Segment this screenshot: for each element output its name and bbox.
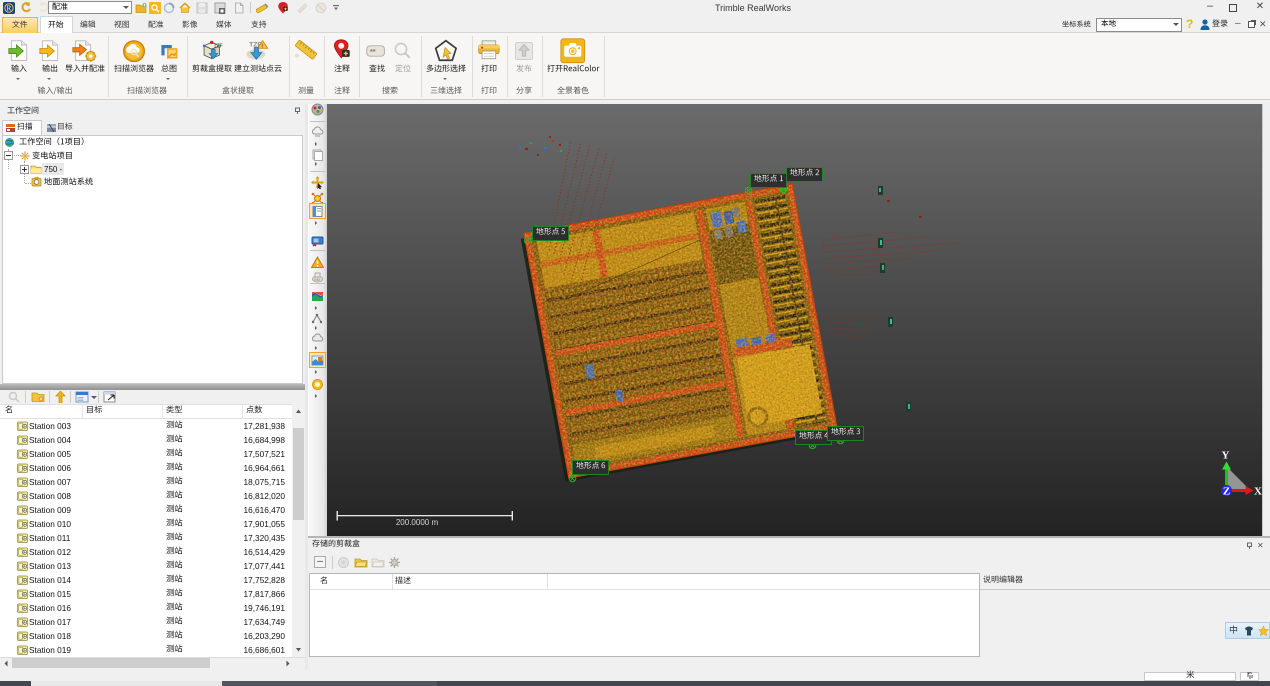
- svg-text:**: **: [370, 46, 376, 55]
- svg-text:X: X: [1254, 486, 1262, 498]
- svg-text:R: R: [7, 5, 12, 13]
- svg-text:Y: Y: [1222, 450, 1230, 462]
- svg-text:Z: Z: [1223, 486, 1230, 498]
- svg-text:SM: SM: [314, 277, 320, 282]
- svg-text:200.0000 m: 200.0000 m: [396, 518, 439, 527]
- svg-text:TZF: TZF: [214, 44, 223, 50]
